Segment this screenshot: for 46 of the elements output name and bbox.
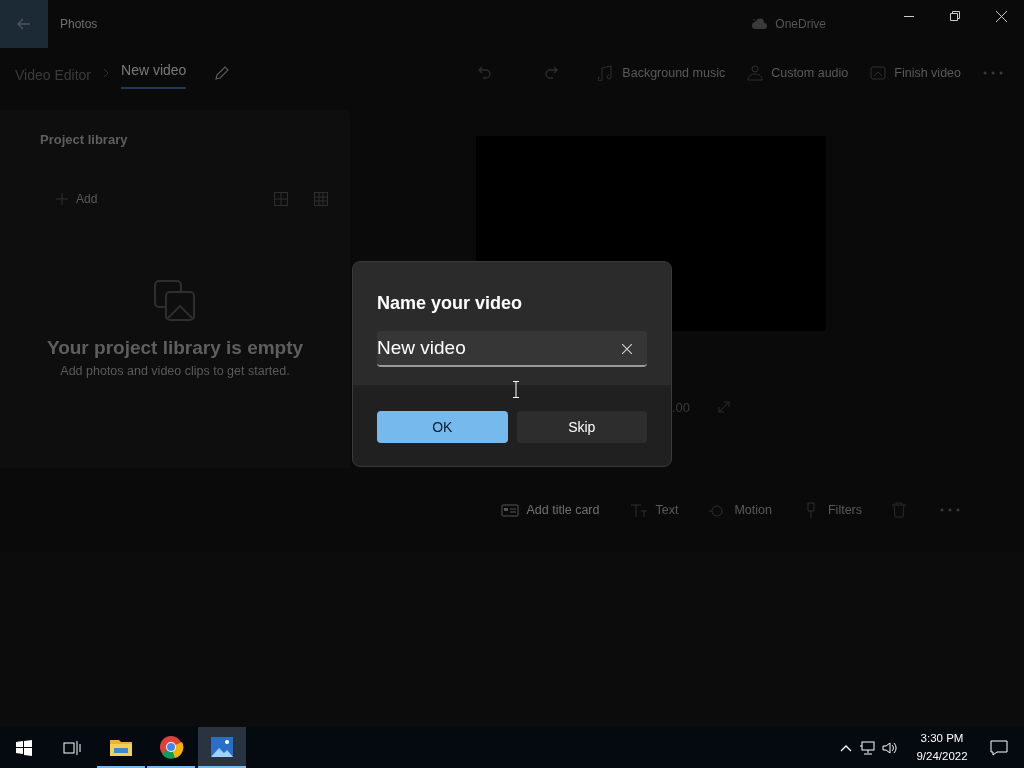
chevron-right-icon bbox=[103, 68, 109, 78]
music-note-icon bbox=[598, 65, 615, 81]
browser-icon bbox=[158, 733, 184, 760]
person-icon bbox=[747, 65, 764, 81]
network-icon[interactable] bbox=[860, 740, 876, 755]
add-button[interactable]: Add bbox=[56, 189, 98, 208]
storyboard-tool-button[interactable]: Add title card bbox=[500, 500, 600, 520]
more-icon[interactable] bbox=[983, 71, 1003, 75]
speaker-icon[interactable] bbox=[882, 740, 898, 755]
picture-frame-icon bbox=[870, 65, 887, 81]
title-card-icon bbox=[500, 502, 519, 518]
taskbar-app-button[interactable] bbox=[198, 727, 246, 768]
storyboard-tool-button[interactable]: Motion bbox=[708, 500, 772, 520]
toolbar-button[interactable]: Background music bbox=[598, 63, 726, 83]
chevron-up-icon[interactable] bbox=[840, 743, 852, 752]
pencil-icon[interactable] bbox=[214, 65, 231, 81]
clock-time[interactable]: 3:30 PM bbox=[920, 730, 964, 748]
ok-button[interactable]: OK bbox=[377, 411, 508, 443]
photos-icon bbox=[154, 279, 196, 322]
onedrive-label[interactable]: OneDrive bbox=[775, 15, 826, 33]
empty-state-title: Your project library is empty bbox=[46, 335, 304, 360]
clock-date[interactable]: 9/24/2022 bbox=[916, 747, 968, 765]
toolbar-button[interactable]: Finish video bbox=[870, 63, 961, 83]
storyboard-tool-button[interactable]: Filters bbox=[801, 500, 862, 520]
back-arrow-icon bbox=[17, 18, 31, 30]
plus-icon bbox=[56, 192, 68, 205]
windows-logo-icon bbox=[16, 739, 32, 756]
notification-icon[interactable] bbox=[990, 739, 1008, 756]
close-icon bbox=[622, 344, 632, 354]
panel-title: Project library bbox=[40, 131, 129, 149]
breadcrumb-item[interactable]: New video bbox=[121, 57, 187, 89]
minimize-icon bbox=[904, 15, 914, 17]
empty-state-hint: Add photos and video clips to get started. bbox=[60, 363, 290, 380]
close-icon bbox=[995, 10, 1007, 22]
restore-icon bbox=[950, 11, 960, 21]
text-icon bbox=[629, 502, 648, 518]
text-cursor-icon bbox=[512, 381, 520, 398]
app-title: Photos bbox=[60, 16, 98, 33]
storyboard-tool-button[interactable]: Text bbox=[629, 500, 679, 520]
cloud-off-icon bbox=[751, 18, 768, 30]
more-icon[interactable] bbox=[940, 508, 960, 512]
dialog-title: Name your video bbox=[377, 292, 524, 315]
task-view-icon bbox=[63, 739, 81, 756]
toolbar-button[interactable]: Custom audio bbox=[747, 63, 849, 83]
skip-button[interactable]: Skip bbox=[516, 411, 647, 443]
name-input-field[interactable]: New video bbox=[377, 331, 647, 367]
